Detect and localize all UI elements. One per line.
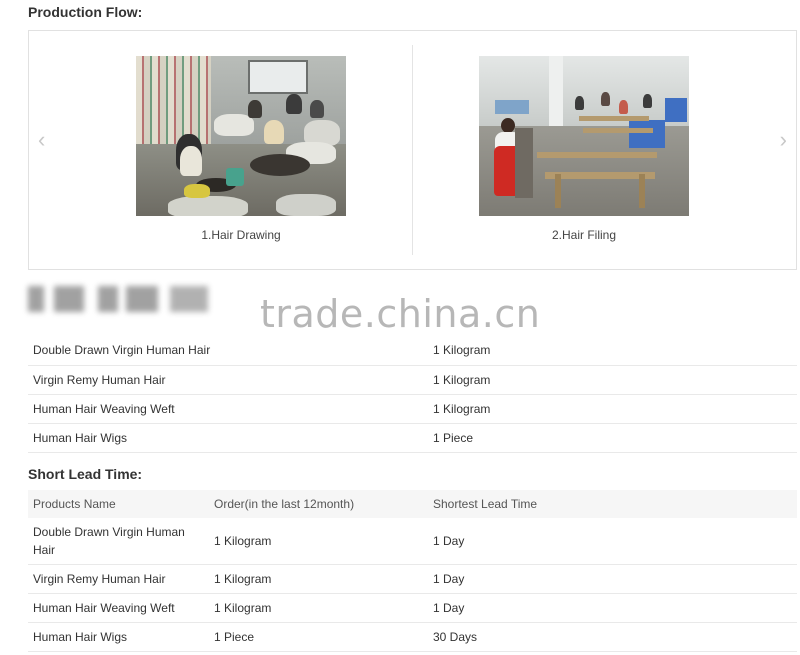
table-header-row: Products Name Order(in the last 12month)… [28,490,797,518]
table-row: Human Hair Weaving Weft 1 Kilogram [28,394,797,424]
table-row: Double Drawn Virgin Human Hair 1 Kilogra… [28,336,797,366]
carousel-slide[interactable]: 1.Hair Drawing [136,56,346,242]
production-flow-carousel: ‹ › 1.Hair Drawing 2.Hair Filing [28,30,797,270]
slide-caption: 2.Hair Filing [551,228,617,242]
carousel-divider [412,45,413,255]
order-cell: 1 Kilogram [209,593,428,623]
product-name-cell: Human Hair Weaving Weft [28,593,209,623]
carousel-next-arrow-icon[interactable]: › [780,129,787,151]
table-row: Double Drawn Virgin Human Hair 1 Kilogra… [28,518,797,565]
quantity-cell: 1 Kilogram [428,394,797,424]
product-name-cell: Virgin Remy Human Hair [28,365,428,395]
column-header-order: Order(in the last 12month) [209,490,428,518]
slide-caption: 1.Hair Drawing [201,228,281,242]
table-row: Virgin Remy Human Hair 1 Kilogram 1 Day [28,564,797,594]
table-row: Human Hair Wigs 1 Piece 30 Days [28,622,797,652]
order-cell: 1 Kilogram [209,518,428,565]
column-header-shortest-lead-time: Shortest Lead Time [428,490,797,518]
order-cell: 1 Kilogram [209,564,428,594]
short-lead-time-title: Short Lead Time: [28,466,143,482]
column-header-products-name: Products Name [28,490,209,518]
quantity-cell: 1 Kilogram [428,365,797,395]
lead-time-cell: 1 Day [428,593,797,623]
order-cell: 1 Piece [209,622,428,652]
minimum-order-table: Double Drawn Virgin Human Hair 1 Kilogra… [28,336,797,453]
lead-time-cell: 1 Day [428,564,797,594]
lead-time-cell: 30 Days [428,622,797,652]
carousel-slide[interactable]: 2.Hair Filing [479,56,689,242]
hair-drawing-photo[interactable] [136,56,346,216]
product-name-cell: Virgin Remy Human Hair [28,564,209,594]
product-name-cell: Human Hair Wigs [28,423,428,453]
quantity-cell: 1 Piece [428,423,797,453]
blurred-section-heading [28,286,208,314]
hair-filing-photo[interactable] [479,56,689,216]
product-name-cell: Double Drawn Virgin Human Hair [28,518,209,565]
table-row: Human Hair Wigs 1 Piece [28,423,797,453]
lead-time-table: Products Name Order(in the last 12month)… [28,490,797,652]
watermark-text: trade.china.cn [260,292,541,336]
quantity-cell: 1 Kilogram [428,336,797,366]
table-row: Human Hair Weaving Weft 1 Kilogram 1 Day [28,593,797,623]
production-flow-title: Production Flow: [28,4,143,20]
product-name-cell: Double Drawn Virgin Human Hair [28,336,428,366]
product-name-cell: Human Hair Wigs [28,622,209,652]
carousel-prev-arrow-icon[interactable]: ‹ [38,129,45,151]
lead-time-cell: 1 Day [428,518,797,565]
table-row: Virgin Remy Human Hair 1 Kilogram [28,365,797,395]
product-name-cell: Human Hair Weaving Weft [28,394,428,424]
